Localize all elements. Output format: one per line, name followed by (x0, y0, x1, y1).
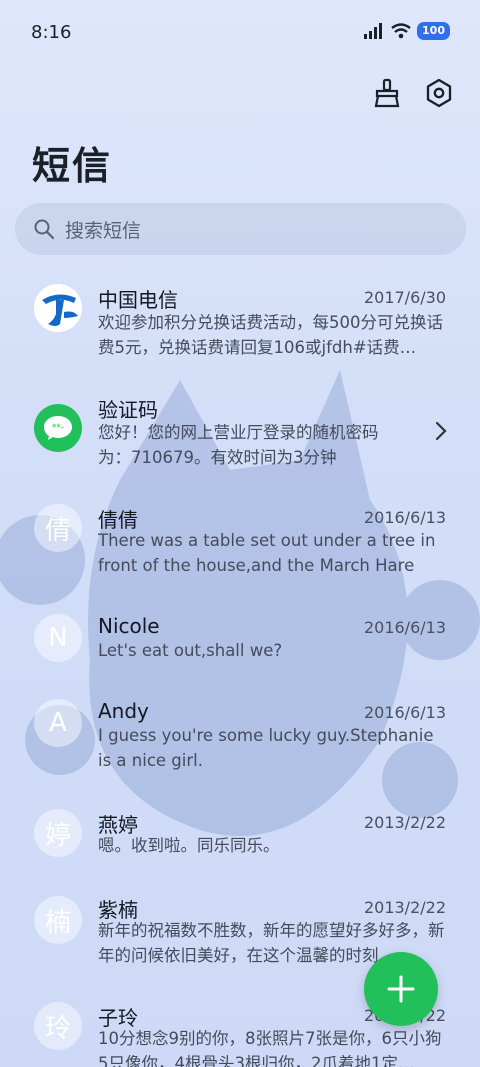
settings-icon (426, 78, 452, 108)
conversation-date: 2017/6/30 (363, 288, 446, 307)
conversation-item[interactable]: 倩 倩倩 2016/6/13 There was a table set out… (0, 500, 480, 600)
conversation-preview: 您好！您的网上营业厅登录的随机密码为：710679。有效时间为3分钟 (98, 423, 379, 467)
conversation-name: Andy (98, 699, 149, 723)
svg-text:**-: **- (52, 423, 64, 433)
conversation-preview: 10分想念9别的你，8张照片7张是你，6只小狗5只像你，4根骨头3根归你，2爪着… (98, 1029, 442, 1067)
message-bubble-icon: **- (44, 416, 72, 440)
conversation-date: 2016/6/13 (363, 508, 446, 527)
conversation-preview: 欢迎参加积分兑换话费活动，每500分可兑换话费5元，兑换话费请回复106或jfd… (98, 313, 443, 357)
conversation-date: 2016/6/13 (363, 618, 446, 637)
search-icon (34, 219, 55, 240)
settings-button[interactable] (424, 78, 454, 108)
new-message-button[interactable] (364, 952, 438, 1026)
china-telecom-logo-icon (34, 284, 82, 332)
contact-avatar: 婷 (34, 809, 82, 857)
telecom-avatar (34, 284, 82, 332)
conversation-date: 2016/6/13 (363, 703, 446, 722)
conversation-name: 中国电信 (98, 288, 178, 312)
status-time: 8:16 (31, 22, 72, 43)
conversation-name: Nicole (98, 614, 160, 638)
conversation-preview: There was a table set out under a tree i… (98, 531, 436, 575)
contact-avatar: 倩 (34, 504, 82, 552)
battery-indicator: 100 (417, 22, 450, 40)
conversation-item[interactable]: 婷 燕婷 2013/2/22 嗯。收到啦。同乐同乐。 (0, 805, 480, 885)
clean-button[interactable] (372, 78, 402, 108)
conversation-date: 2013/2/22 (363, 898, 446, 917)
conversation-preview: Let's eat out,shall we? (98, 641, 283, 660)
search-placeholder: 搜索短信 (65, 219, 142, 242)
chevron-right-icon (435, 421, 447, 441)
conversation-item[interactable]: **- 验证码 您好！您的网上营业厅登录的随机密码为：710679。有效时间为3… (0, 390, 480, 490)
conversation-name: 验证码 (98, 398, 158, 422)
conversation-item[interactable]: N Nicole 2016/6/13 Let's eat out,shall w… (0, 610, 480, 685)
conversation-item[interactable]: 中国电信 2017/6/30 欢迎参加积分兑换话费活动，每500分可兑换话费5元… (0, 280, 480, 380)
page-title: 短信 (32, 144, 113, 188)
search-input[interactable]: 搜索短信 (15, 203, 466, 255)
conversation-preview: I guess you're some lucky guy.Stephanie … (98, 726, 434, 770)
wifi-icon (391, 23, 411, 39)
contact-avatar: A (34, 699, 82, 747)
contact-avatar: 玲 (34, 1002, 82, 1050)
plus-icon (387, 975, 415, 1003)
status-bar: 8:16 100 (0, 0, 480, 64)
contact-avatar: 楠 (34, 896, 82, 944)
status-icons: 100 (363, 22, 450, 40)
conversation-preview: 嗯。收到啦。同乐同乐。 (98, 836, 280, 855)
broom-icon (374, 78, 400, 108)
conversation-date: 2013/2/22 (363, 813, 446, 832)
conversation-item[interactable]: A Andy 2016/6/13 I guess you're some luc… (0, 695, 480, 795)
top-actions (372, 78, 454, 108)
contact-avatar: N (34, 614, 82, 662)
verification-avatar: **- (34, 404, 82, 452)
signal-icon (364, 23, 383, 39)
